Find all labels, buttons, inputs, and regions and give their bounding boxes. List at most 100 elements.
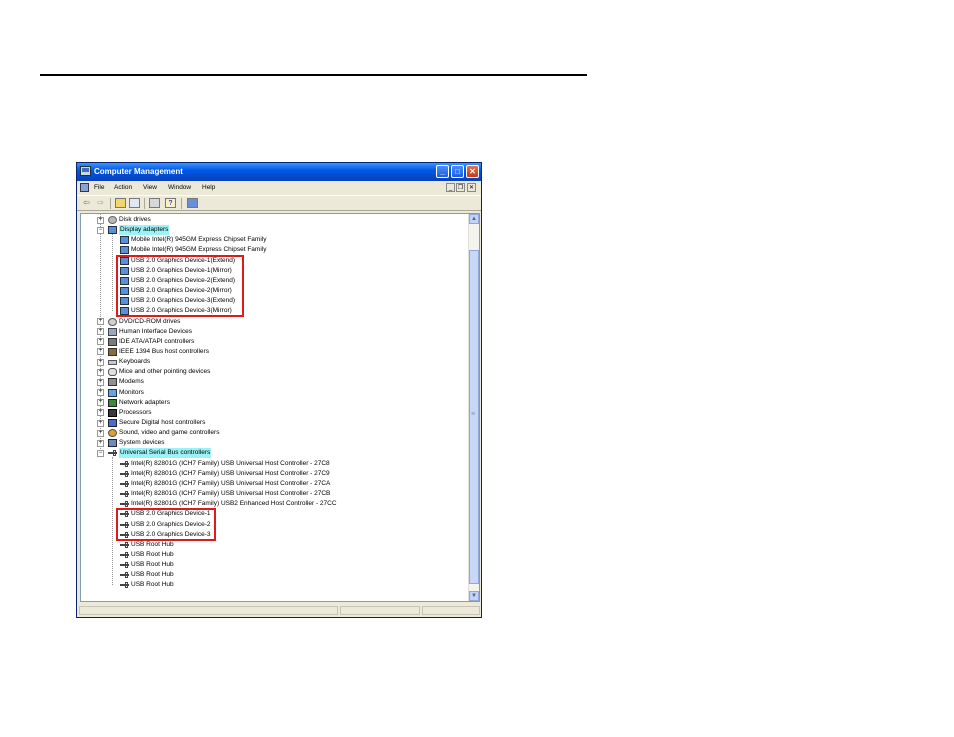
help-icon[interactable]: ? (165, 198, 176, 208)
doc-close-icon[interactable]: ✕ (467, 183, 476, 192)
collapse-icon[interactable]: − (97, 449, 104, 457)
expand-icon[interactable]: + (97, 216, 104, 224)
tree-category[interactable]: − Universal Serial Bus controllers (81, 448, 468, 459)
network-adapter-icon (108, 398, 117, 407)
sd-controller-icon (108, 419, 117, 427)
print-icon[interactable] (149, 198, 160, 208)
tree-device[interactable]: USB Root Hub (81, 540, 468, 550)
tree-device[interactable]: Intel(R) 82801G (ICH7 Family) USB Univer… (81, 489, 468, 499)
toolbar: ⇦ ⇨ ? (77, 195, 481, 211)
tree-category[interactable]: + Secure Digital host controllers (81, 418, 468, 428)
tree-device[interactable]: USB Root Hub (81, 580, 468, 590)
scroll-thumb[interactable] (469, 250, 479, 584)
doc-restore-icon[interactable]: ❐ (456, 183, 465, 192)
minimize-icon[interactable]: _ (436, 165, 449, 178)
properties-icon[interactable] (187, 198, 198, 208)
menu-file[interactable]: File (94, 184, 104, 191)
tree-category[interactable]: + Monitors (81, 388, 468, 398)
tree-item-label: USB Root Hub (131, 550, 174, 558)
tree-guide-line (112, 234, 113, 312)
expand-icon[interactable]: + (97, 338, 104, 346)
menu-bar: File Action View Window Help _ ❐ ✕ (77, 181, 481, 195)
up-folder-icon[interactable] (115, 198, 126, 208)
scroll-down-icon[interactable]: ▼ (469, 591, 479, 601)
scroll-up-icon[interactable]: ▲ (469, 214, 479, 224)
tree-category[interactable]: + IDE ATA/ATAPI controllers (81, 337, 468, 347)
expand-icon[interactable]: + (97, 328, 104, 336)
toolbar-separator (110, 198, 111, 209)
tree-item-label: Sound, video and game controllers (119, 429, 220, 437)
tree-item-label: USB Root Hub (131, 581, 174, 589)
tree-category[interactable]: + Human Interface Devices (81, 327, 468, 337)
tree-device[interactable]: Intel(R) 82801G (ICH7 Family) USB Univer… (81, 469, 468, 479)
tree-item-label: Universal Serial Bus controllers (119, 448, 212, 459)
tree-category[interactable]: + Disk drives (81, 215, 468, 225)
usb-icon (120, 541, 129, 549)
tree-device[interactable]: USB Root Hub (81, 560, 468, 570)
show-hide-tree-icon[interactable] (129, 198, 140, 208)
monitor-icon (108, 388, 117, 397)
tree-item-label: USB Root Hub (131, 571, 174, 579)
vertical-scrollbar[interactable]: ▲ ▼ (468, 214, 479, 601)
tree-item-label: Disk drives (119, 216, 151, 223)
dvd-drive-icon (108, 317, 117, 326)
status-cell (340, 606, 420, 615)
expand-icon[interactable]: + (97, 348, 104, 356)
back-arrow-icon[interactable]: ⇦ (81, 198, 92, 208)
tree-item-label: USB Root Hub (131, 561, 174, 569)
close-icon[interactable]: ✕ (466, 165, 479, 178)
menu-view[interactable]: View (143, 184, 157, 191)
tree-category[interactable]: − Display adapters (81, 225, 468, 236)
usb-icon (120, 551, 129, 559)
tree-device[interactable]: Mobile Intel(R) 945GM Express Chipset Fa… (81, 235, 468, 245)
toolbar-separator (144, 198, 145, 209)
computer-management-window: Computer Management _ □ ✕ File Action Vi… (76, 162, 482, 618)
disk-drive-icon (108, 216, 117, 224)
usb-icon (120, 571, 129, 579)
menu-help[interactable]: Help (202, 184, 215, 191)
display-adapter-icon (108, 226, 117, 235)
tree-category[interactable]: + Mice and other pointing devices (81, 367, 468, 377)
maximize-icon[interactable]: □ (451, 165, 464, 178)
expand-icon[interactable]: + (97, 439, 104, 447)
mouse-icon (108, 368, 117, 377)
device-tree: + Disk drives − Display adapters Mobile Inte… (81, 214, 468, 601)
expand-icon[interactable]: + (97, 318, 104, 325)
tree-item-label: Intel(R) 82801G (ICH7 Family) USB Univer… (131, 459, 330, 467)
expand-icon[interactable]: + (97, 429, 104, 437)
window-title: Computer Management (94, 167, 183, 176)
tree-category[interactable]: + System devices (81, 438, 468, 448)
expand-icon[interactable]: + (97, 378, 104, 386)
device-tree-pane: + Disk drives − Display adapters Mobile Inte… (80, 213, 480, 602)
tree-category[interactable]: + IEEE 1394 Bus host controllers (81, 347, 468, 357)
expand-icon[interactable]: + (97, 419, 104, 427)
tree-category[interactable]: + Modems (81, 377, 468, 387)
tree-device[interactable]: USB Root Hub (81, 550, 468, 560)
expand-icon[interactable]: + (97, 389, 104, 397)
expand-icon[interactable]: + (97, 399, 104, 407)
tree-category[interactable]: + Processors (81, 408, 468, 418)
tree-category[interactable]: + Sound, video and game controllers (81, 428, 468, 438)
expand-icon[interactable]: + (97, 409, 104, 417)
tree-device[interactable]: Intel(R) 82801G (ICH7 Family) USB Univer… (81, 479, 468, 489)
tree-item-label: Intel(R) 82801G (ICH7 Family) USB Univer… (131, 490, 331, 498)
sound-icon (108, 429, 117, 438)
expand-icon[interactable]: + (97, 358, 104, 366)
collapse-icon[interactable]: − (97, 226, 104, 234)
system-device-icon (108, 439, 117, 448)
tree-category[interactable]: + Keyboards (81, 357, 468, 367)
menu-action[interactable]: Action (114, 184, 132, 191)
tree-item-label: IDE ATA/ATAPI controllers (119, 337, 195, 345)
tree-item-label: Intel(R) 82801G (ICH7 Family) USB Univer… (131, 469, 330, 477)
title-bar[interactable]: Computer Management _ □ ✕ (77, 163, 481, 181)
forward-arrow-icon[interactable]: ⇨ (95, 198, 106, 208)
document-menu-icon[interactable] (80, 183, 89, 192)
expand-icon[interactable]: + (97, 368, 104, 376)
menu-window[interactable]: Window (168, 184, 191, 191)
tree-category[interactable]: + DVD/CD-ROM drives (81, 317, 468, 327)
tree-device[interactable]: Intel(R) 82801G (ICH7 Family) USB Univer… (81, 459, 468, 469)
status-cell (422, 606, 480, 615)
tree-category[interactable]: + Network adapters (81, 398, 468, 408)
doc-minimize-icon[interactable]: _ (446, 183, 455, 192)
tree-device[interactable]: USB Root Hub (81, 570, 468, 580)
